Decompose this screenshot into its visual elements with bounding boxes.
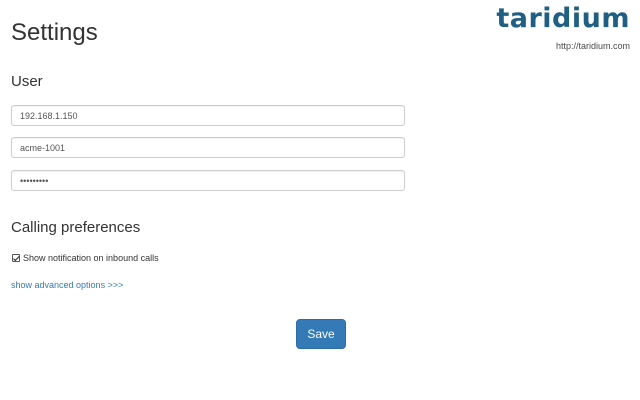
- username-input[interactable]: [11, 137, 405, 158]
- notification-label: Show notification on inbound calls: [23, 253, 159, 263]
- save-button[interactable]: Save: [296, 319, 346, 349]
- settings-page: Settings taridium http://taridium.com Us…: [0, 0, 640, 400]
- user-section-title: User: [11, 73, 43, 90]
- notification-option[interactable]: Show notification on inbound calls: [11, 252, 159, 264]
- show-advanced-options-link[interactable]: show advanced options >>>: [11, 279, 123, 291]
- logo-text: taridium: [496, 3, 630, 34]
- notification-checkbox[interactable]: [12, 254, 20, 262]
- page-title: Settings: [11, 19, 98, 46]
- logo-url: http://taridium.com: [555, 41, 630, 51]
- server-address-input[interactable]: [11, 105, 405, 126]
- password-input[interactable]: [11, 170, 405, 191]
- calling-preferences-title: Calling preferences: [11, 219, 141, 236]
- taridium-logo: taridium http://taridium.com: [496, 2, 630, 52]
